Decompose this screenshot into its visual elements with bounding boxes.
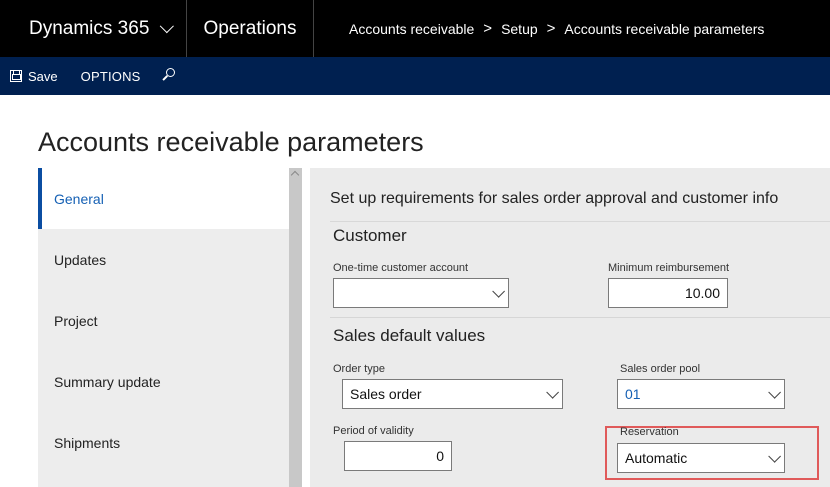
- period-of-validity-input[interactable]: 0: [344, 441, 452, 471]
- nav-item-shipments[interactable]: Shipments: [38, 412, 289, 473]
- nav-item-updates[interactable]: Updates: [38, 229, 289, 290]
- reservation-dropdown[interactable]: Automatic: [617, 443, 785, 473]
- sales-order-pool-dropdown[interactable]: 01: [617, 379, 785, 409]
- reservation-label: Reservation: [620, 426, 679, 438]
- save-icon: [10, 70, 22, 82]
- period-of-validity-value: 0: [436, 448, 444, 464]
- nav-item-project[interactable]: Project: [38, 290, 289, 351]
- save-label: Save: [28, 68, 58, 84]
- section-sales-defaults-title[interactable]: Sales default values: [333, 326, 485, 346]
- app-switcher[interactable]: Dynamics 365: [0, 0, 187, 57]
- order-type-dropdown[interactable]: Sales order: [342, 379, 563, 409]
- search-icon[interactable]: [160, 67, 178, 85]
- chevron-down-icon: [492, 284, 505, 298]
- divider: [330, 221, 830, 222]
- chevron-down-icon: [768, 385, 781, 399]
- chevron-right-icon: >: [483, 20, 493, 37]
- breadcrumb: Accounts receivable > Setup > Accounts r…: [349, 0, 764, 57]
- content-panel: Set up requirements for sales order appr…: [310, 168, 830, 487]
- save-button[interactable]: Save: [10, 69, 58, 84]
- section-customer-title[interactable]: Customer: [333, 226, 407, 246]
- chevron-down-icon: [546, 385, 559, 399]
- sales-order-pool-value: 01: [625, 386, 641, 402]
- chevron-right-icon: >: [546, 20, 556, 37]
- nav-item-summary-update[interactable]: Summary update: [38, 351, 289, 412]
- minimum-reimbursement-value: 10.00: [684, 285, 720, 301]
- breadcrumb-item[interactable]: Accounts receivable: [349, 21, 474, 37]
- scroll-up-icon[interactable]: [290, 170, 300, 180]
- minimum-reimbursement-input[interactable]: 10.00: [608, 278, 728, 308]
- app-name: Dynamics 365: [29, 17, 150, 39]
- page-title: Accounts receivable parameters: [38, 127, 424, 157]
- chevron-down-icon: [160, 18, 175, 33]
- breadcrumb-item[interactable]: Setup: [501, 21, 538, 37]
- order-type-value: Sales order: [350, 386, 422, 402]
- top-nav-bar: Dynamics 365 Operations Accounts receiva…: [0, 0, 830, 57]
- section-intro: Set up requirements for sales order appr…: [330, 190, 779, 207]
- one-time-account-label: One-time customer account: [333, 262, 469, 274]
- breadcrumb-item[interactable]: Accounts receivable parameters: [564, 21, 764, 37]
- nav-item-general[interactable]: General: [38, 168, 289, 229]
- minimum-reimbursement-label: Minimum reimbursement: [608, 262, 730, 274]
- left-nav: General Updates Project Summary update S…: [38, 168, 289, 487]
- action-bar: Save OPTIONS: [0, 57, 830, 95]
- reservation-value: Automatic: [625, 450, 688, 466]
- chevron-down-icon: [768, 449, 781, 463]
- one-time-account-dropdown[interactable]: [333, 278, 509, 308]
- options-button[interactable]: OPTIONS: [81, 69, 141, 84]
- nav-scrollbar[interactable]: [289, 168, 302, 487]
- order-type-label: Order type: [333, 363, 385, 375]
- module-name[interactable]: Operations: [187, 0, 314, 57]
- period-of-validity-label: Period of validity: [333, 425, 414, 437]
- sales-order-pool-label: Sales order pool: [620, 363, 701, 375]
- search-icon-handle: [161, 75, 168, 81]
- divider: [330, 317, 830, 318]
